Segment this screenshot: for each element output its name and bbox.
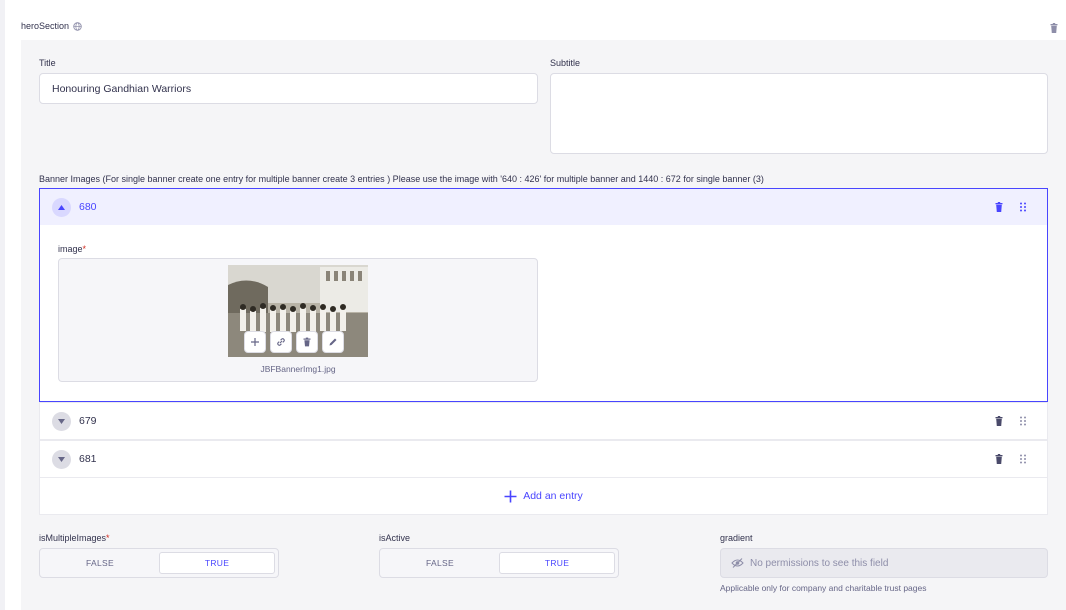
chevron-up-icon[interactable] (52, 198, 71, 217)
gradient-hint: Applicable only for company and charitab… (720, 583, 927, 593)
section-title: heroSection (21, 21, 82, 31)
gradient-label: gradient (720, 533, 753, 543)
delete-asset-button[interactable] (296, 331, 318, 353)
add-entry-button[interactable]: Add an entry (39, 477, 1048, 515)
subtitle-label: Subtitle (550, 58, 581, 68)
repeatable-entry-681: 681 (39, 440, 1048, 478)
trash-icon[interactable] (995, 202, 1003, 212)
drag-handle-icon[interactable] (1019, 202, 1027, 212)
trash-icon (303, 337, 311, 347)
plus-icon (504, 490, 517, 502)
entry-title: 681 (79, 453, 97, 465)
section-title-text: heroSection (21, 21, 70, 31)
toggle-true-option[interactable]: TRUE (159, 552, 275, 574)
is-active-toggle: FALSE TRUE (379, 548, 619, 578)
drag-handle-icon[interactable] (1019, 416, 1027, 426)
media-field: JBFBannerImg1.jpg (58, 258, 538, 382)
banner-images-label: Banner Images (For single banner create … (39, 174, 764, 184)
copy-link-button[interactable] (270, 331, 292, 353)
is-multiple-images-label: isMultipleImages* (39, 533, 110, 543)
toggle-false-option[interactable]: FALSE (380, 549, 500, 577)
title-input-value: Honouring Gandhian Warriors (52, 83, 192, 95)
entry-title: 680 (79, 201, 97, 213)
delete-section-trash-icon[interactable] (1050, 23, 1058, 33)
title-input[interactable]: Honouring Gandhian Warriors (39, 73, 538, 104)
image-label: image* (58, 244, 86, 254)
entry-header[interactable]: 679 (40, 403, 1047, 439)
chevron-down-icon[interactable] (52, 450, 71, 469)
trash-icon[interactable] (995, 454, 1003, 464)
eye-off-icon (731, 558, 744, 568)
globe-icon (73, 21, 82, 31)
entry-header[interactable]: 681 (40, 441, 1047, 477)
edit-asset-button[interactable] (322, 331, 344, 353)
add-asset-button[interactable] (244, 331, 266, 353)
link-icon (277, 338, 285, 346)
pencil-icon (329, 338, 337, 346)
entry-header[interactable]: 680 (40, 189, 1047, 225)
required-asterisk: * (106, 533, 110, 543)
add-entry-label: Add an entry (523, 490, 583, 502)
gradient-field: No permissions to see this field (720, 548, 1048, 578)
required-asterisk: * (82, 244, 87, 254)
is-multiple-images-toggle: FALSE TRUE (39, 548, 279, 578)
trash-icon[interactable] (995, 416, 1003, 426)
is-active-label: isActive (379, 533, 411, 543)
drag-handle-icon[interactable] (1019, 454, 1027, 464)
chevron-down-icon[interactable] (52, 412, 71, 431)
is-multiple-images-label-text: isMultipleImages (39, 533, 107, 543)
repeatable-entry-679: 679 (39, 402, 1048, 440)
plus-icon (251, 338, 259, 346)
title-label: Title (39, 58, 56, 68)
toggle-false-option[interactable]: FALSE (40, 549, 160, 577)
left-edge (0, 0, 5, 610)
entry-title: 679 (79, 415, 97, 427)
toggle-true-option[interactable]: TRUE (499, 552, 615, 574)
thumbnail-actions (244, 331, 344, 353)
gradient-placeholder: No permissions to see this field (750, 557, 889, 569)
repeatable-entry-680: 680 image* JBFBannerImg1.jpg (39, 188, 1048, 402)
file-name: JBFBannerImg1.jpg (260, 364, 336, 374)
image-label-text: image (58, 244, 83, 254)
subtitle-textarea[interactable] (550, 73, 1048, 154)
